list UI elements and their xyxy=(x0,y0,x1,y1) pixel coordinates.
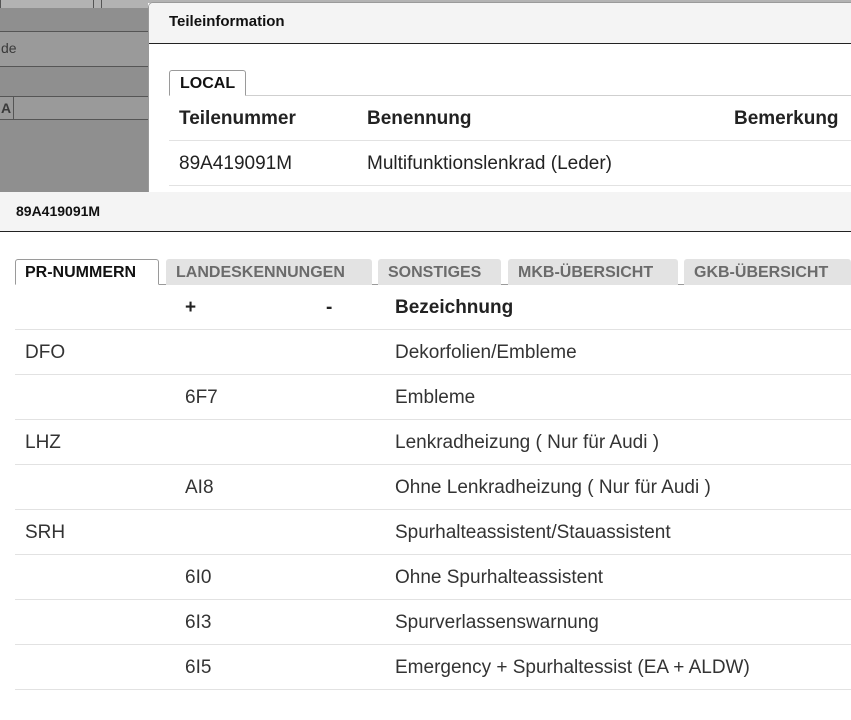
table-row[interactable]: SRH Spurhalteassistent/Stauassistent xyxy=(15,510,851,555)
table-header-row: + - Bezeichnung xyxy=(15,285,851,330)
tab-local[interactable]: LOCAL xyxy=(169,70,247,96)
background-tab-edge xyxy=(101,0,102,8)
table-header-row: Teilenummer Benennung Bemerkung xyxy=(169,96,851,141)
cell-plus: 6F7 xyxy=(185,387,218,408)
cell-plus: 6I0 xyxy=(185,567,212,588)
background-tab-edge xyxy=(93,0,94,8)
column-header-benennung: Benennung xyxy=(367,108,472,129)
pr-tabbar: PR-NUMMERN LANDESKENNUNGEN SONSTIGES MKB… xyxy=(15,257,851,285)
table-row[interactable]: 6I5 Emergency + Spurhaltessist (EA + ALD… xyxy=(15,645,851,690)
dialog-tabbar: LOCAL xyxy=(169,69,851,96)
table-row[interactable]: DFO Dekorfolien/Embleme xyxy=(15,330,851,375)
background-tab-edge xyxy=(0,0,1,8)
cell-bezeichnung: Embleme xyxy=(395,387,476,408)
cell-bezeichnung: Spurhalteassistent/Stauassistent xyxy=(395,522,671,543)
table-row[interactable]: 89A419091M Multifunktionslenkrad (Leder) xyxy=(169,141,851,186)
background-window: de A xyxy=(0,0,148,192)
table-row[interactable]: 6I0 Ohne Spurhalteassistent xyxy=(15,555,851,600)
parts-table: Teilenummer Benennung Bemerkung 89A41909… xyxy=(169,96,851,186)
cell-family: DFO xyxy=(25,342,66,363)
background-field: de xyxy=(0,31,148,67)
tab-mkb-uebersicht[interactable]: MKB-ÜBERSICHT xyxy=(508,259,678,285)
table-row[interactable]: 6I3 Spurverlassenswarnung xyxy=(15,600,851,645)
pr-numbers-table: + - Bezeichnung DFO Dekorfolien/Embleme … xyxy=(15,285,851,690)
cell-bezeichnung: Lenkradheizung ( Nur für Audi ) xyxy=(395,432,660,453)
cell-bezeichnung: Spurverlassenswarnung xyxy=(395,612,599,633)
cell-family: LHZ xyxy=(25,432,61,453)
column-header-plus: + xyxy=(185,297,197,318)
cell-bezeichnung: Ohne Spurhalteassistent xyxy=(395,567,604,588)
background-tabstrip xyxy=(0,0,148,8)
teileinformation-dialog: Teileinformation LOCAL Teilenummer Benen… xyxy=(148,2,851,193)
column-header-bemerkung: Bemerkung xyxy=(734,108,839,129)
field-divider xyxy=(13,97,14,119)
cell-benennung: Multifunktionslenkrad (Leder) xyxy=(367,153,613,174)
cell-plus: 6I5 xyxy=(185,657,212,678)
panel-title: 89A419091M xyxy=(0,192,851,232)
cell-bezeichnung: Ohne Lenkradheizung ( Nur für Audi ) xyxy=(395,477,711,498)
column-header-teilenummer: Teilenummer xyxy=(179,108,296,129)
cell-plus: AI8 xyxy=(185,477,214,498)
tab-landeskennungen[interactable]: LANDESKENNUNGEN xyxy=(166,259,372,285)
tab-pr-nummern[interactable]: PR-NUMMERN xyxy=(15,259,159,285)
table-row[interactable]: AI8 Ohne Lenkradheizung ( Nur für Audi ) xyxy=(15,465,851,510)
cell-teilenummer: 89A419091M xyxy=(179,153,293,174)
cell-family: SRH xyxy=(25,522,66,543)
cell-bezeichnung: Emergency + Spurhaltessist (EA + ALDW) xyxy=(395,657,750,678)
background-field: A xyxy=(0,96,148,120)
table-row[interactable]: 6F7 Embleme xyxy=(15,375,851,420)
table-row[interactable]: LHZ Lenkradheizung ( Nur für Audi ) xyxy=(15,420,851,465)
cell-bezeichnung: Dekorfolien/Embleme xyxy=(395,342,577,363)
column-header-bezeichnung: Bezeichnung xyxy=(395,297,514,318)
background-field-text: de xyxy=(1,40,17,56)
column-header-minus: - xyxy=(326,297,333,318)
dialog-title: Teileinformation xyxy=(149,3,851,44)
tab-gkb-uebersicht[interactable]: GKB-ÜBERSICHT xyxy=(684,259,851,285)
cell-plus: 6I3 xyxy=(185,612,212,633)
tab-sonstiges[interactable]: SONSTIGES xyxy=(378,259,501,285)
background-field-text: A xyxy=(1,100,12,116)
